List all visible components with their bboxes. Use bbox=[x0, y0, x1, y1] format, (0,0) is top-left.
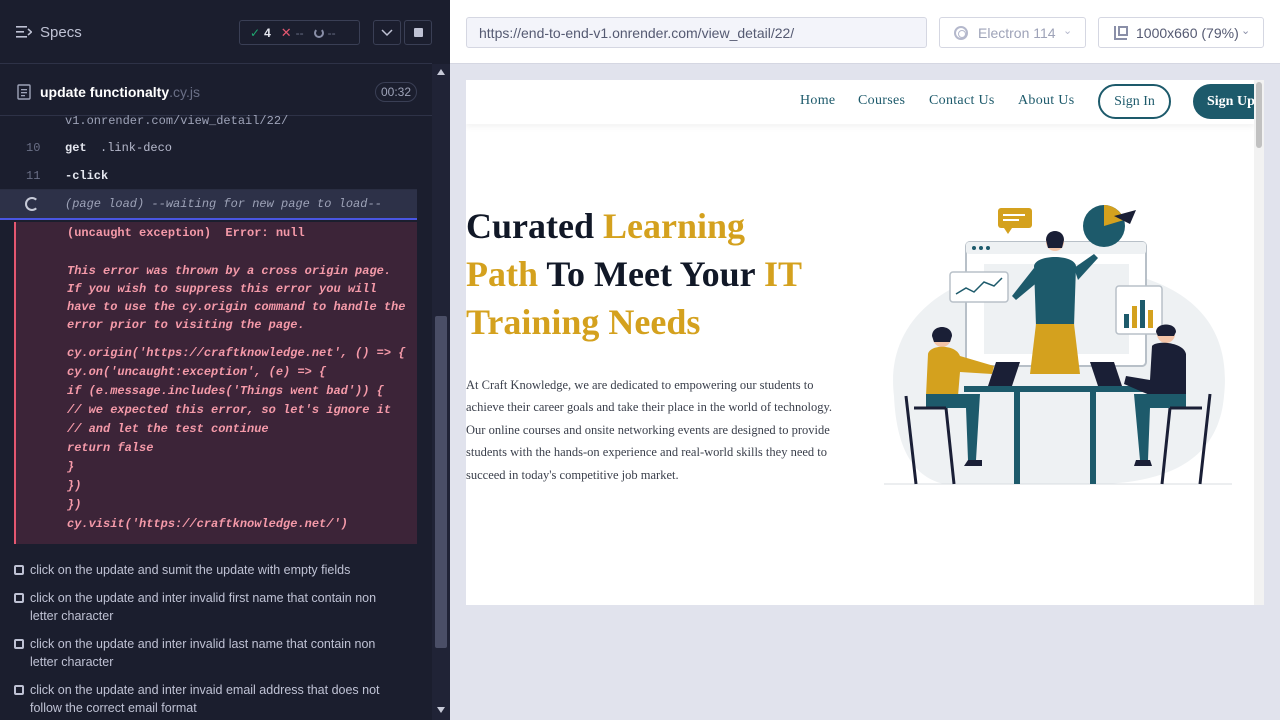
iframe-scrollbar-thumb[interactable] bbox=[1256, 82, 1262, 148]
code-line: // and let the test continue bbox=[67, 422, 269, 436]
document-icon bbox=[17, 84, 31, 100]
team-meeting-illustration bbox=[884, 205, 1232, 485]
code-line: return false bbox=[67, 441, 154, 455]
stop-icon bbox=[413, 28, 423, 37]
code-line: } bbox=[67, 460, 75, 474]
command-name: -click bbox=[65, 169, 109, 183]
browser-label: Electron 114 bbox=[978, 25, 1056, 41]
test-stats: ✓ 4 ✕ -- -- bbox=[239, 20, 360, 45]
spec-name: update functionalty.cy.js bbox=[40, 84, 200, 100]
chevron-down-icon: ⌄ bbox=[1063, 25, 1073, 37]
error-description: This error was thrown by a cross origin … bbox=[67, 264, 406, 332]
stop-button[interactable] bbox=[404, 20, 432, 45]
viewport-label: 1000x660 (79%) bbox=[1136, 25, 1239, 41]
test-status-icon bbox=[14, 593, 24, 603]
test-status-icon bbox=[14, 685, 24, 695]
failed-count: -- bbox=[295, 25, 304, 40]
code-line: }) bbox=[67, 479, 82, 493]
test-title: click on the update and sumit the update… bbox=[30, 563, 351, 577]
app-under-test-panel: https://end-to-end-v1.onrender.com/view_… bbox=[450, 0, 1280, 720]
specs-header: Specs ✓ 4 ✕ -- -- bbox=[0, 0, 432, 64]
aut-iframe: Home Courses Contact Us About Us Sign In… bbox=[466, 80, 1264, 605]
command-row-url[interactable]: v1.onrender.com/view_detail/22/ bbox=[0, 112, 417, 132]
page-load-status: (page load) --waiting for new page to lo… bbox=[65, 197, 382, 211]
iframe-scrollbar[interactable] bbox=[1254, 80, 1264, 605]
scroll-up-icon[interactable] bbox=[437, 69, 445, 75]
code-line: cy.on('uncaught:exception', (e) => { bbox=[67, 365, 327, 379]
spec-extension: .cy.js bbox=[169, 84, 200, 100]
specs-list-icon[interactable] bbox=[16, 25, 32, 39]
collapse-button[interactable] bbox=[373, 20, 401, 45]
hero-description: At Craft Knowledge, we are dedicated to … bbox=[466, 378, 833, 482]
chevron-down-icon bbox=[381, 28, 393, 36]
error-title: (uncaught exception) Error: null bbox=[67, 226, 305, 240]
chevron-down-icon: ⌄ bbox=[1241, 25, 1251, 37]
spec-duration: 00:32 bbox=[375, 82, 417, 102]
command-url-text: v1.onrender.com/view_detail/22/ bbox=[65, 114, 289, 128]
loading-spinner-icon bbox=[25, 197, 39, 211]
code-line: cy.visit('https://craftknowledge.net/') bbox=[67, 517, 348, 531]
browser-selector[interactable]: Electron 114 ⌄ bbox=[939, 17, 1086, 48]
electron-icon bbox=[954, 26, 968, 40]
code-line: }) bbox=[67, 498, 82, 512]
command-number: 11 bbox=[26, 169, 41, 183]
aut-header: https://end-to-end-v1.onrender.com/view_… bbox=[450, 0, 1280, 64]
hero-title: Curated Learning Path To Meet Your IT Trai… bbox=[466, 206, 803, 342]
specs-label[interactable]: Specs bbox=[40, 24, 82, 41]
code-line: // we expected this error, so let's igno… bbox=[67, 403, 392, 417]
scrollbar-thumb[interactable] bbox=[435, 316, 447, 648]
passed-count: 4 bbox=[264, 25, 271, 40]
pending-spinner-icon bbox=[313, 27, 324, 38]
command-number: 10 bbox=[26, 141, 41, 155]
site-navbar: Home Courses Contact Us About Us Sign In… bbox=[466, 80, 1264, 124]
test-status-icon bbox=[14, 639, 24, 649]
viewport-icon bbox=[1114, 26, 1128, 40]
command-log-panel: Specs ✓ 4 ✕ -- -- update functionalty.cy.j… bbox=[0, 0, 450, 720]
code-line: cy.origin('https://craftknowledge.net', … bbox=[67, 346, 406, 360]
spec-title-row: update functionalty.cy.js 00:32 bbox=[0, 76, 432, 116]
error-message-box[interactable]: (uncaught exception) Error: null This er… bbox=[14, 222, 417, 544]
command-log: update functionalty.cy.js 00:32 v1.onren… bbox=[0, 64, 432, 720]
command-row-click[interactable]: 11 -click bbox=[0, 162, 417, 190]
scroll-down-icon[interactable] bbox=[437, 707, 445, 713]
nav-about-us[interactable]: About Us bbox=[1018, 93, 1074, 109]
sign-in-button[interactable]: Sign In bbox=[1098, 84, 1171, 119]
passed-check-icon: ✓ bbox=[250, 25, 261, 40]
failed-x-icon: ✕ bbox=[280, 24, 292, 40]
url-bar[interactable]: https://end-to-end-v1.onrender.com/view_… bbox=[466, 17, 927, 48]
command-argument: .link-deco bbox=[100, 141, 173, 155]
command-row-page-load[interactable]: (page load) --waiting for new page to lo… bbox=[0, 190, 417, 220]
command-log-scrollbar[interactable] bbox=[432, 64, 450, 720]
nav-contact-us[interactable]: Contact Us bbox=[929, 93, 995, 109]
test-title: click on the update and inter invaid ema… bbox=[30, 683, 380, 715]
command-row-get[interactable]: 10 get .link-deco bbox=[0, 134, 417, 162]
pending-count: -- bbox=[327, 25, 336, 40]
command-name: get bbox=[65, 141, 87, 155]
nav-courses[interactable]: Courses bbox=[858, 93, 905, 109]
test-title: click on the update and inter invalid fi… bbox=[30, 591, 377, 623]
viewport-info[interactable]: 1000x660 (79%) ⌄ bbox=[1098, 17, 1264, 48]
test-status-icon bbox=[14, 565, 24, 575]
code-line: if (e.message.includes('Things went bad'… bbox=[67, 384, 384, 398]
test-title: click on the update and inter invalid la… bbox=[30, 637, 376, 669]
nav-home[interactable]: Home bbox=[800, 93, 835, 109]
